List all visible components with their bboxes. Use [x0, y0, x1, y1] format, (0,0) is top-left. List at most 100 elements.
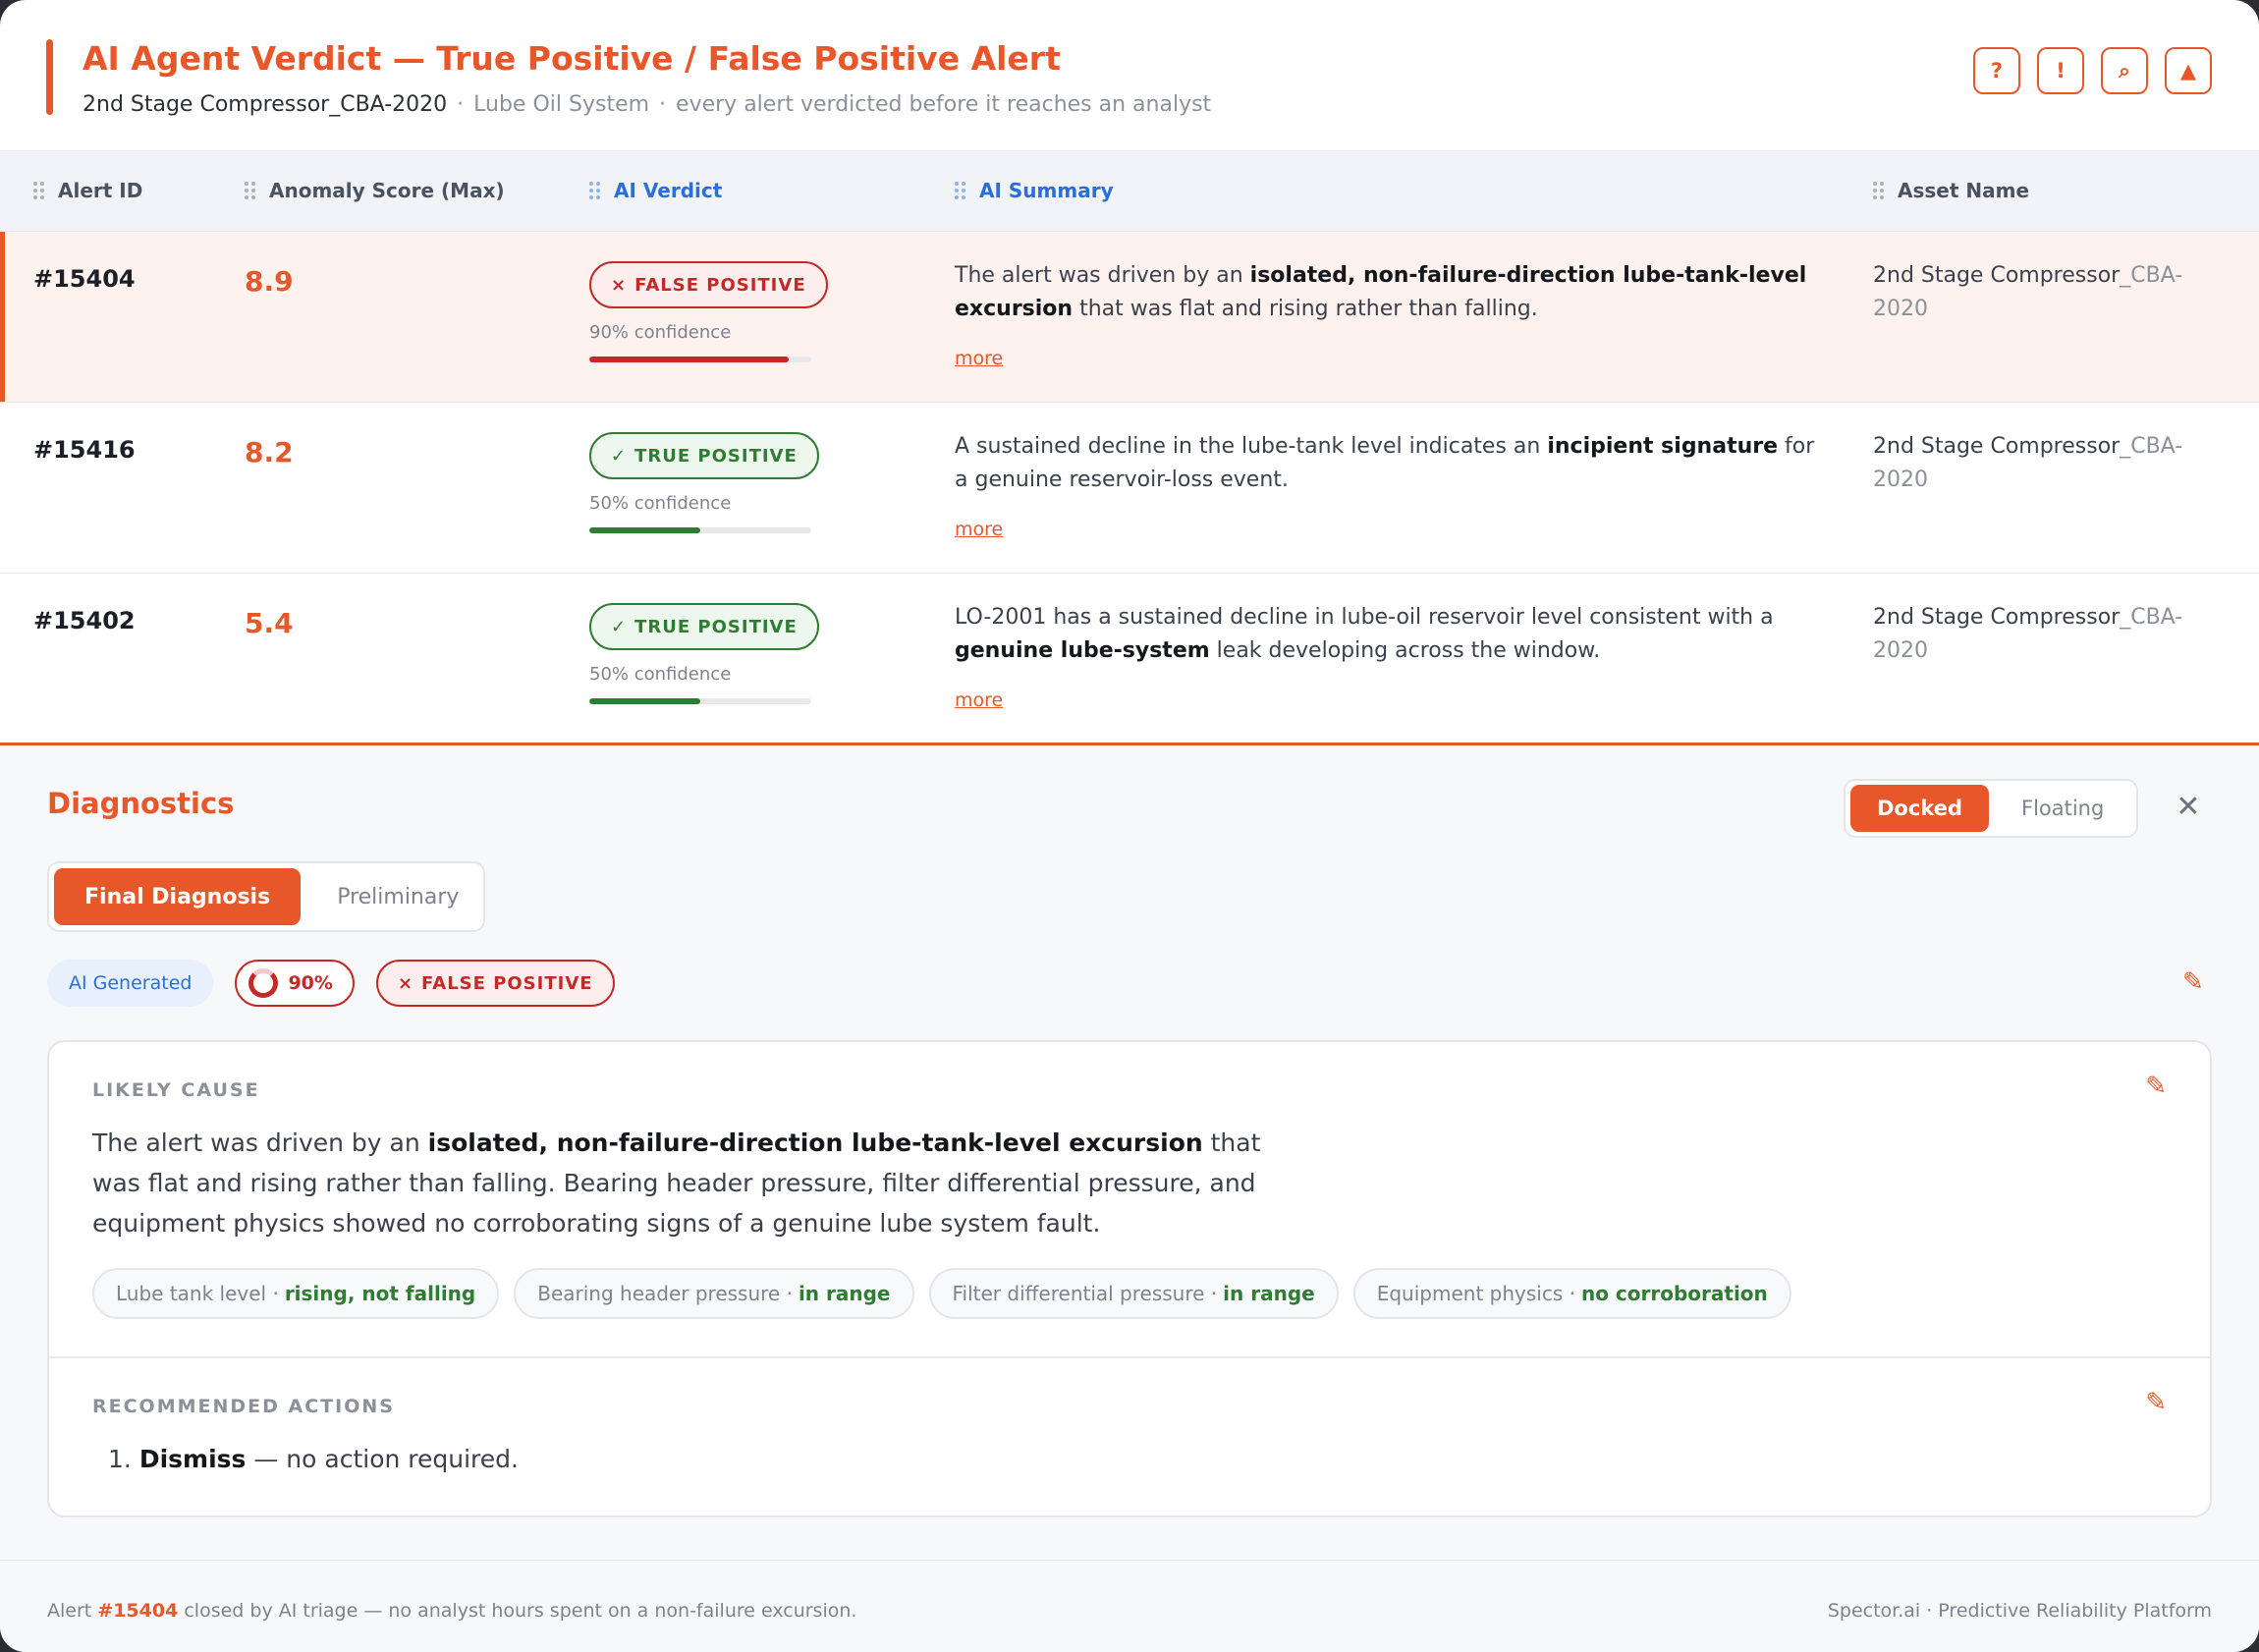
ai-summary: LO-2001 has a sustained decline in lube-…	[955, 601, 1819, 668]
verdict-badge-true-positive: ✓ TRUE POSITIVE	[589, 432, 819, 479]
diagnosis-card: LIKELY CAUSE ✎ The alert was driven by a…	[47, 1040, 2212, 1517]
header-accent-bar	[46, 39, 53, 115]
more-link[interactable]: more	[955, 689, 1003, 711]
tab-preliminary[interactable]: Preliminary	[306, 868, 489, 925]
summary-text: that was flat and rising rather than fal…	[1073, 297, 1538, 321]
chip-label: Lube tank level ·	[116, 1282, 279, 1305]
floating-option[interactable]: Floating	[1995, 785, 2130, 832]
edit-cause-pencil-icon[interactable]: ✎	[2145, 1072, 2167, 1101]
column-label: Alert ID	[58, 179, 143, 202]
recommended-actions-label: RECOMMENDED ACTIONS	[92, 1396, 395, 1417]
footer-status: Alert #15404 closed by AI triage — no an…	[47, 1600, 856, 1622]
chip-value: no corroboration	[1580, 1282, 1768, 1305]
verdict-badge-false-positive: × FALSE POSITIVE	[375, 960, 615, 1007]
column-header-ai-verdict[interactable]: AI Verdict	[589, 179, 722, 202]
page-subtitle: 2nd Stage Compressor_CBA-2020 · Lube Oil S…	[83, 92, 1211, 117]
help-icon[interactable]: ?	[1973, 47, 2020, 94]
more-link[interactable]: more	[955, 519, 1003, 540]
alert-id: #15404	[33, 265, 136, 293]
likely-cause-text: The alert was driven by an isolated, non…	[92, 1123, 1271, 1243]
asset-name-main: 2nd Stage Compressor	[1873, 263, 2121, 288]
drag-handle-icon[interactable]	[33, 182, 44, 199]
summary-text: LO-2001 has a sustained decline in lube-…	[955, 605, 1774, 630]
docked-option[interactable]: Docked	[1850, 785, 1989, 832]
table-row[interactable]: #15404 8.9 × FALSE POSITIVE 90% confidenc…	[0, 232, 2259, 403]
table-row[interactable]: #15416 8.2 ✓ TRUE POSITIVE 50% confidence…	[0, 403, 2259, 574]
app-window: AI Agent Verdict — True Positive / False…	[0, 0, 2259, 1652]
evidence-chip: Filter differential pressure · in range	[928, 1268, 1339, 1319]
tab-final-diagnosis[interactable]: Final Diagnosis	[54, 868, 302, 925]
asset-name-main: 2nd Stage Compressor	[1873, 605, 2121, 630]
dock-mode-toggle: Docked Floating	[1844, 779, 2138, 838]
verdict-cell: ✓ TRUE POSITIVE 50% confidence	[589, 603, 819, 704]
recommended-action-item: 1. Dismiss — no action required.	[108, 1445, 519, 1473]
column-label: AI Summary	[979, 179, 1114, 202]
verdict-label: TRUE POSITIVE	[634, 445, 798, 467]
check-icon: ✓	[611, 616, 628, 637]
likely-cause-label: LIKELY CAUSE	[92, 1079, 260, 1101]
footer-brand: Spector.ai · Predictive Reliability Plat…	[1827, 1600, 2212, 1622]
alert-id: #15416	[33, 436, 136, 464]
diagnostics-title: Diagnostics	[47, 787, 235, 820]
page-header: AI Agent Verdict — True Positive / False…	[0, 0, 2259, 151]
verdict-label: FALSE POSITIVE	[634, 274, 806, 296]
action-number: 1.	[108, 1445, 132, 1473]
verdict-badge-false-positive: × FALSE POSITIVE	[589, 261, 828, 308]
column-header-asset-name[interactable]: Asset Name	[1873, 179, 2029, 202]
check-icon: ✓	[611, 445, 628, 467]
header-actions: ? ! ⌕ ▲	[1973, 47, 2212, 94]
chip-value: in range	[1223, 1282, 1315, 1305]
anomaly-score: 8.2	[245, 436, 294, 468]
cause-emphasis: isolated, non-failure-direction lube-tan…	[427, 1129, 1203, 1157]
edit-actions-pencil-icon[interactable]: ✎	[2145, 1388, 2167, 1417]
column-label: Anomaly Score (Max)	[269, 179, 505, 202]
subtitle-system: Lube Oil System	[473, 92, 650, 117]
page-footer: Alert #15404 closed by AI triage — no an…	[0, 1560, 2259, 1652]
chip-value: in range	[798, 1282, 891, 1305]
summary-emphasis: incipient signature	[1547, 434, 1779, 459]
subtitle-separator: ·	[457, 92, 465, 117]
column-header-alert-id[interactable]: Alert ID	[33, 179, 142, 202]
more-link[interactable]: more	[955, 348, 1003, 369]
close-icon[interactable]: ✕	[2171, 787, 2206, 826]
verdict-label: TRUE POSITIVE	[634, 616, 798, 637]
asset-name: 2nd Stage Compressor_CBA-2020	[1873, 259, 2217, 326]
summary-text: A sustained decline in the lube-tank lev…	[955, 434, 1548, 459]
footer-text: closed by AI triage — no analyst hours s…	[178, 1600, 857, 1622]
subtitle-separator: ·	[659, 92, 667, 117]
asset-name: 2nd Stage Compressor_CBA-2020	[1873, 601, 2217, 668]
alert-icon[interactable]: !	[2037, 47, 2084, 94]
diagnosis-badges: AI Generated 90% × FALSE POSITIVE	[47, 960, 615, 1007]
card-divider	[49, 1356, 2210, 1358]
drag-handle-icon[interactable]	[589, 182, 600, 199]
drag-handle-icon[interactable]	[1873, 182, 1884, 199]
confidence-ring-icon	[248, 968, 279, 998]
diagnostics-panel: Diagnostics Docked Floating ✕ Final Diag…	[0, 743, 2259, 1560]
chip-label: Filter differential pressure ·	[952, 1282, 1218, 1305]
search-icon[interactable]: ⌕	[2101, 47, 2148, 94]
confidence-fill	[589, 527, 700, 533]
edit-diagnosis-pencil-icon[interactable]: ✎	[2182, 967, 2204, 997]
drag-handle-icon[interactable]	[245, 182, 255, 199]
action-text: — no action required.	[246, 1445, 519, 1473]
verdict-label: FALSE POSITIVE	[421, 972, 593, 994]
drag-handle-icon[interactable]	[955, 182, 965, 199]
summary-emphasis: genuine lube-system	[955, 638, 1210, 663]
chip-label: Bearing header pressure ·	[537, 1282, 793, 1305]
confidence-text: 50% confidence	[589, 493, 732, 514]
summary-text: leak developing across the window.	[1209, 638, 1601, 663]
column-header-ai-summary[interactable]: AI Summary	[955, 179, 1114, 202]
ai-generated-badge: AI Generated	[47, 960, 214, 1007]
warning-icon[interactable]: ▲	[2165, 47, 2212, 94]
evidence-chip: Equipment physics · no corroboration	[1352, 1268, 1791, 1319]
confidence-bar	[589, 527, 811, 533]
table-row[interactable]: #15402 5.4 ✓ TRUE POSITIVE 50% confidence…	[0, 574, 2259, 744]
ai-summary: A sustained decline in the lube-tank lev…	[955, 430, 1819, 497]
column-header-anomaly-score[interactable]: Anomaly Score (Max)	[245, 179, 505, 202]
confidence-text: 90% confidence	[589, 322, 732, 343]
close-icon: ×	[611, 274, 628, 296]
anomaly-score: 8.9	[245, 265, 294, 298]
footer-alert-id: #15404	[97, 1600, 179, 1622]
anomaly-score: 5.4	[245, 607, 294, 639]
confidence-fill	[589, 357, 790, 362]
